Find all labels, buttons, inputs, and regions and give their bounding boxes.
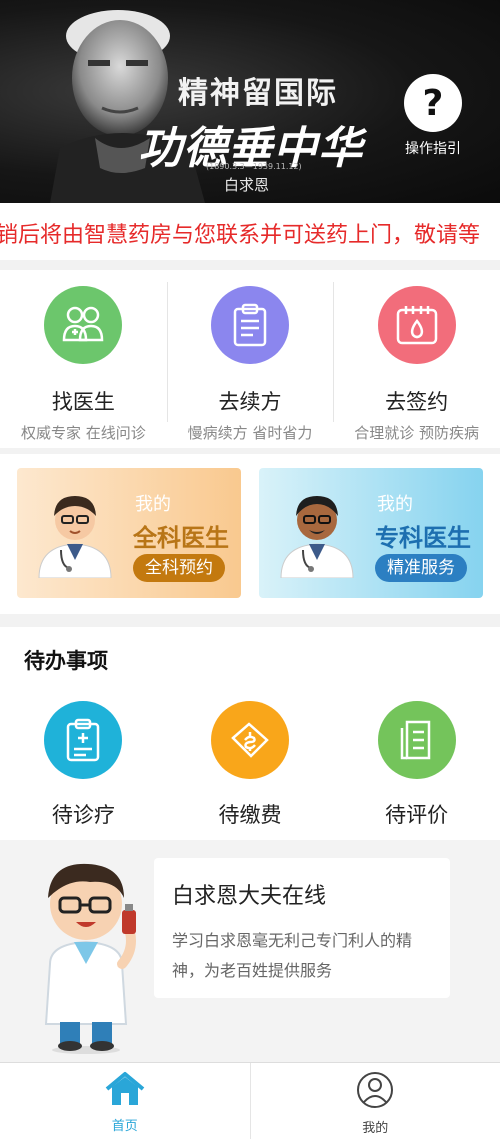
general-doctor-card[interactable]: 我的 全科医生 全科预约 (17, 468, 241, 598)
bottom-tab-bar: 首页 我的 (0, 1062, 500, 1139)
user-icon (357, 1072, 394, 1108)
service-title: 找医生 (51, 390, 115, 414)
general-appointment-button[interactable]: 全科预约 (133, 554, 225, 582)
service-subtitle: 慢病续方 省时省力 (187, 424, 313, 442)
doctor-avatar-icon (38, 496, 112, 578)
pending-review-button[interactable]: 待评价 (333, 701, 500, 829)
service-subtitle: 权威专家 在线问诊 (20, 424, 146, 442)
todo-label: 待缴费 (218, 803, 282, 827)
cartoon-doctor-icon (44, 863, 136, 1054)
service-subtitle: 合理就诊 预防疾病 (354, 424, 480, 442)
calendar-drop-icon (377, 286, 456, 364)
service-title: 去签约 (385, 390, 449, 414)
promo-section[interactable]: 白求恩大夫在线 学习白求恩毫无利己专门利人的精神，为老百姓提供服务 (0, 840, 500, 1062)
notice-marquee: 销后将由智慧药房与您联系并可送药上门，敬请等 (0, 203, 500, 260)
clipboard-icon (211, 286, 289, 364)
promo-title: 白求恩大夫在线 (172, 884, 327, 909)
operation-guide-button[interactable]: ? 操作指引 (400, 74, 466, 158)
banner-dates: (1890.3.3—1939.11.12) (206, 162, 302, 171)
tab-label: 首页 (111, 1119, 138, 1134)
banner-name: 白求恩 (224, 176, 270, 194)
card-title: 全科医生 (133, 524, 229, 552)
sign-contract-button[interactable]: 去签约 合理就诊 预防疾病 (333, 270, 500, 448)
tab-label: 我的 (362, 1121, 389, 1136)
home-icon (105, 1072, 145, 1105)
service-title: 去续方 (218, 390, 282, 414)
tab-home[interactable]: 首页 (0, 1063, 250, 1139)
precise-service-button[interactable]: 精准服务 (375, 554, 467, 582)
card-my-label: 我的 (377, 494, 413, 515)
payment-icon (211, 701, 289, 779)
todo-title: 待办事项 (24, 649, 108, 673)
todo-label: 待诊疗 (51, 803, 115, 827)
doctor-avatar-icon (280, 496, 354, 578)
review-icon (377, 701, 456, 779)
find-doctor-button[interactable]: 找医生 权威专家 在线问诊 (0, 270, 167, 448)
banner-slogan-line1: 精神留国际 (178, 76, 338, 111)
card-my-label: 我的 (135, 494, 171, 515)
pending-payment-button[interactable]: 待缴费 (167, 701, 334, 829)
top-banner[interactable]: 精神留国际 功德垂中华 (1890.3.3—1939.11.12) 白求恩 ? … (0, 0, 500, 203)
todo-list: 待诊疗 待缴费 待评价 (0, 701, 500, 829)
question-icon: ? (404, 74, 462, 132)
card-title: 专科医生 (375, 524, 471, 552)
tab-mine[interactable]: 我的 (249, 1063, 500, 1139)
medical-record-icon (44, 701, 123, 779)
notice-text: 销后将由智慧药房与您联系并可送药上门，敬请等 (0, 223, 481, 248)
todo-label: 待评价 (385, 803, 449, 827)
pending-treatment-button[interactable]: 待诊疗 (0, 701, 167, 829)
promo-description: 学习白求恩毫无利己专门利人的精神，为老百姓提供服务 (172, 931, 413, 980)
doctors-icon (44, 286, 123, 364)
promo-card[interactable]: 白求恩大夫在线 学习白求恩毫无利己专门利人的精神，为老百姓提供服务 (154, 858, 450, 998)
specialist-doctor-card[interactable]: 我的 专科医生 精准服务 (259, 468, 483, 598)
doctor-cards: 我的 全科医生 全科预约 我的 专科医生 精准服务 (0, 454, 500, 614)
service-grid: 找医生 权威专家 在线问诊 去续方 慢病续方 省时省力 去签约 合理就诊 预防疾… (0, 270, 500, 448)
guide-label: 操作指引 (405, 141, 461, 157)
renew-prescription-button[interactable]: 去续方 慢病续方 省时省力 (166, 270, 334, 448)
todo-section: 待办事项 待诊疗 待缴费 待评价 (0, 627, 500, 840)
